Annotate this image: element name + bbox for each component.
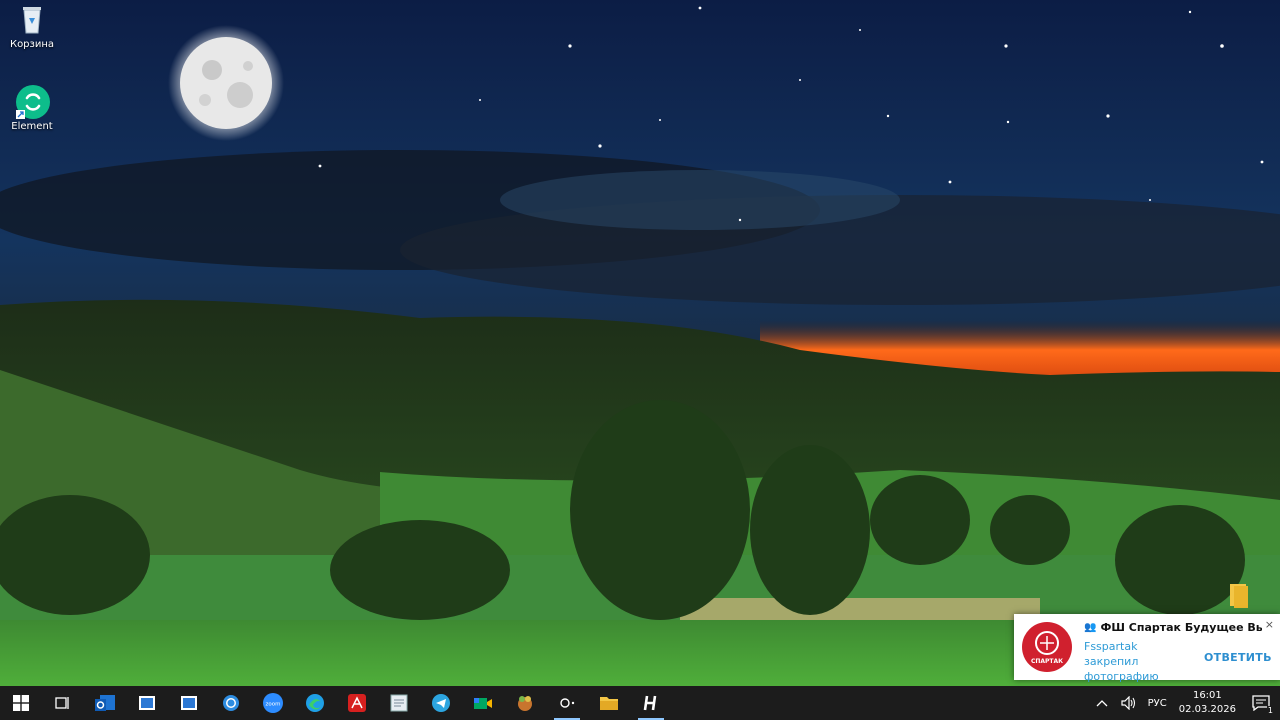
clock-date: 02.03.2026	[1178, 704, 1236, 715]
taskbar-app-zoom[interactable]: zoom	[252, 686, 294, 720]
folder-icon	[600, 697, 618, 710]
notification-count-badge: 1	[1266, 706, 1274, 715]
system-tray: РУС 16:01 02.03.2026 1	[1090, 686, 1280, 720]
taskbar-app-cortana[interactable]	[210, 686, 252, 720]
taskbar-app-edge[interactable]	[294, 686, 336, 720]
logo-text: СПАРТАК	[1031, 658, 1063, 665]
group-people-icon: 👥	[1084, 622, 1097, 633]
notification-body: Fsspartak закрепил фотографию	[1084, 640, 1159, 683]
notification-title-row: 👥 ФШ Спартак Будущее Выбо...	[1084, 621, 1262, 634]
acrobat-icon	[348, 694, 366, 712]
taskbar-app-notepad[interactable]	[378, 686, 420, 720]
task-view-icon	[55, 697, 69, 709]
notepad-icon	[390, 694, 408, 712]
game-icon	[518, 696, 532, 711]
windows-logo-icon	[13, 695, 29, 711]
desktop-icon-label: Element	[11, 121, 53, 132]
taskbar: zoom РУС 16:01 02.03.2026 1	[0, 686, 1280, 720]
taskbar-app-explorer[interactable]	[588, 686, 630, 720]
taskbar-app-hotkey[interactable]	[630, 686, 672, 720]
reply-button[interactable]: ОТВЕТИТЬ	[1204, 651, 1272, 664]
wallpaper-art	[0, 0, 1280, 686]
taskbar-app-game[interactable]	[504, 686, 546, 720]
recycle-bin-icon	[15, 2, 49, 36]
window-icon	[139, 696, 155, 710]
close-icon[interactable]: ×	[1265, 618, 1274, 631]
element-app-icon	[15, 84, 50, 119]
desktop-icon-element[interactable]: Element	[0, 84, 64, 132]
taskbar-app-telegram[interactable]	[420, 686, 462, 720]
task-view-button[interactable]	[42, 686, 84, 720]
window-icon	[181, 696, 197, 710]
tray-chevron-up-icon[interactable]	[1090, 686, 1114, 720]
notification-title: ФШ Спартак Будущее Выбо...	[1100, 621, 1262, 634]
telegram-icon	[432, 694, 450, 712]
h-letter-icon	[643, 695, 657, 711]
taskbar-app-acrobat[interactable]	[336, 686, 378, 720]
notification-toast[interactable]: СПАРТАК 👥 ФШ Спартак Будущее Выбо... × F…	[1014, 614, 1280, 683]
taskbar-app-outlook[interactable]	[84, 686, 126, 720]
zoom-icon: zoom	[263, 693, 283, 713]
taskbar-app-meet[interactable]	[462, 686, 504, 720]
clock[interactable]: 16:01 02.03.2026	[1173, 686, 1242, 720]
volume-icon[interactable]	[1114, 686, 1142, 720]
desktop-wallpaper	[0, 0, 1280, 686]
obs-icon	[560, 698, 575, 708]
clock-time: 16:01	[1192, 690, 1222, 701]
taskbar-app-window-2[interactable]	[168, 686, 210, 720]
edge-icon	[306, 694, 324, 712]
circle-ring-icon	[223, 695, 239, 711]
taskbar-app-obs[interactable]	[546, 686, 588, 720]
folder-icon[interactable]	[1228, 582, 1250, 608]
outlook-icon	[95, 695, 115, 711]
spartak-logo-icon: СПАРТАК	[1021, 621, 1073, 673]
language-indicator[interactable]: РУС	[1142, 686, 1173, 720]
desktop-icon-recycle-bin[interactable]: Корзина	[0, 2, 64, 50]
taskbar-app-window-1[interactable]	[126, 686, 168, 720]
video-meet-icon	[474, 698, 492, 709]
start-button[interactable]	[0, 686, 42, 720]
action-center-button[interactable]: 1	[1242, 686, 1280, 720]
desktop-icon-label: Корзина	[9, 39, 55, 50]
zoom-label: zoom	[266, 702, 281, 708]
